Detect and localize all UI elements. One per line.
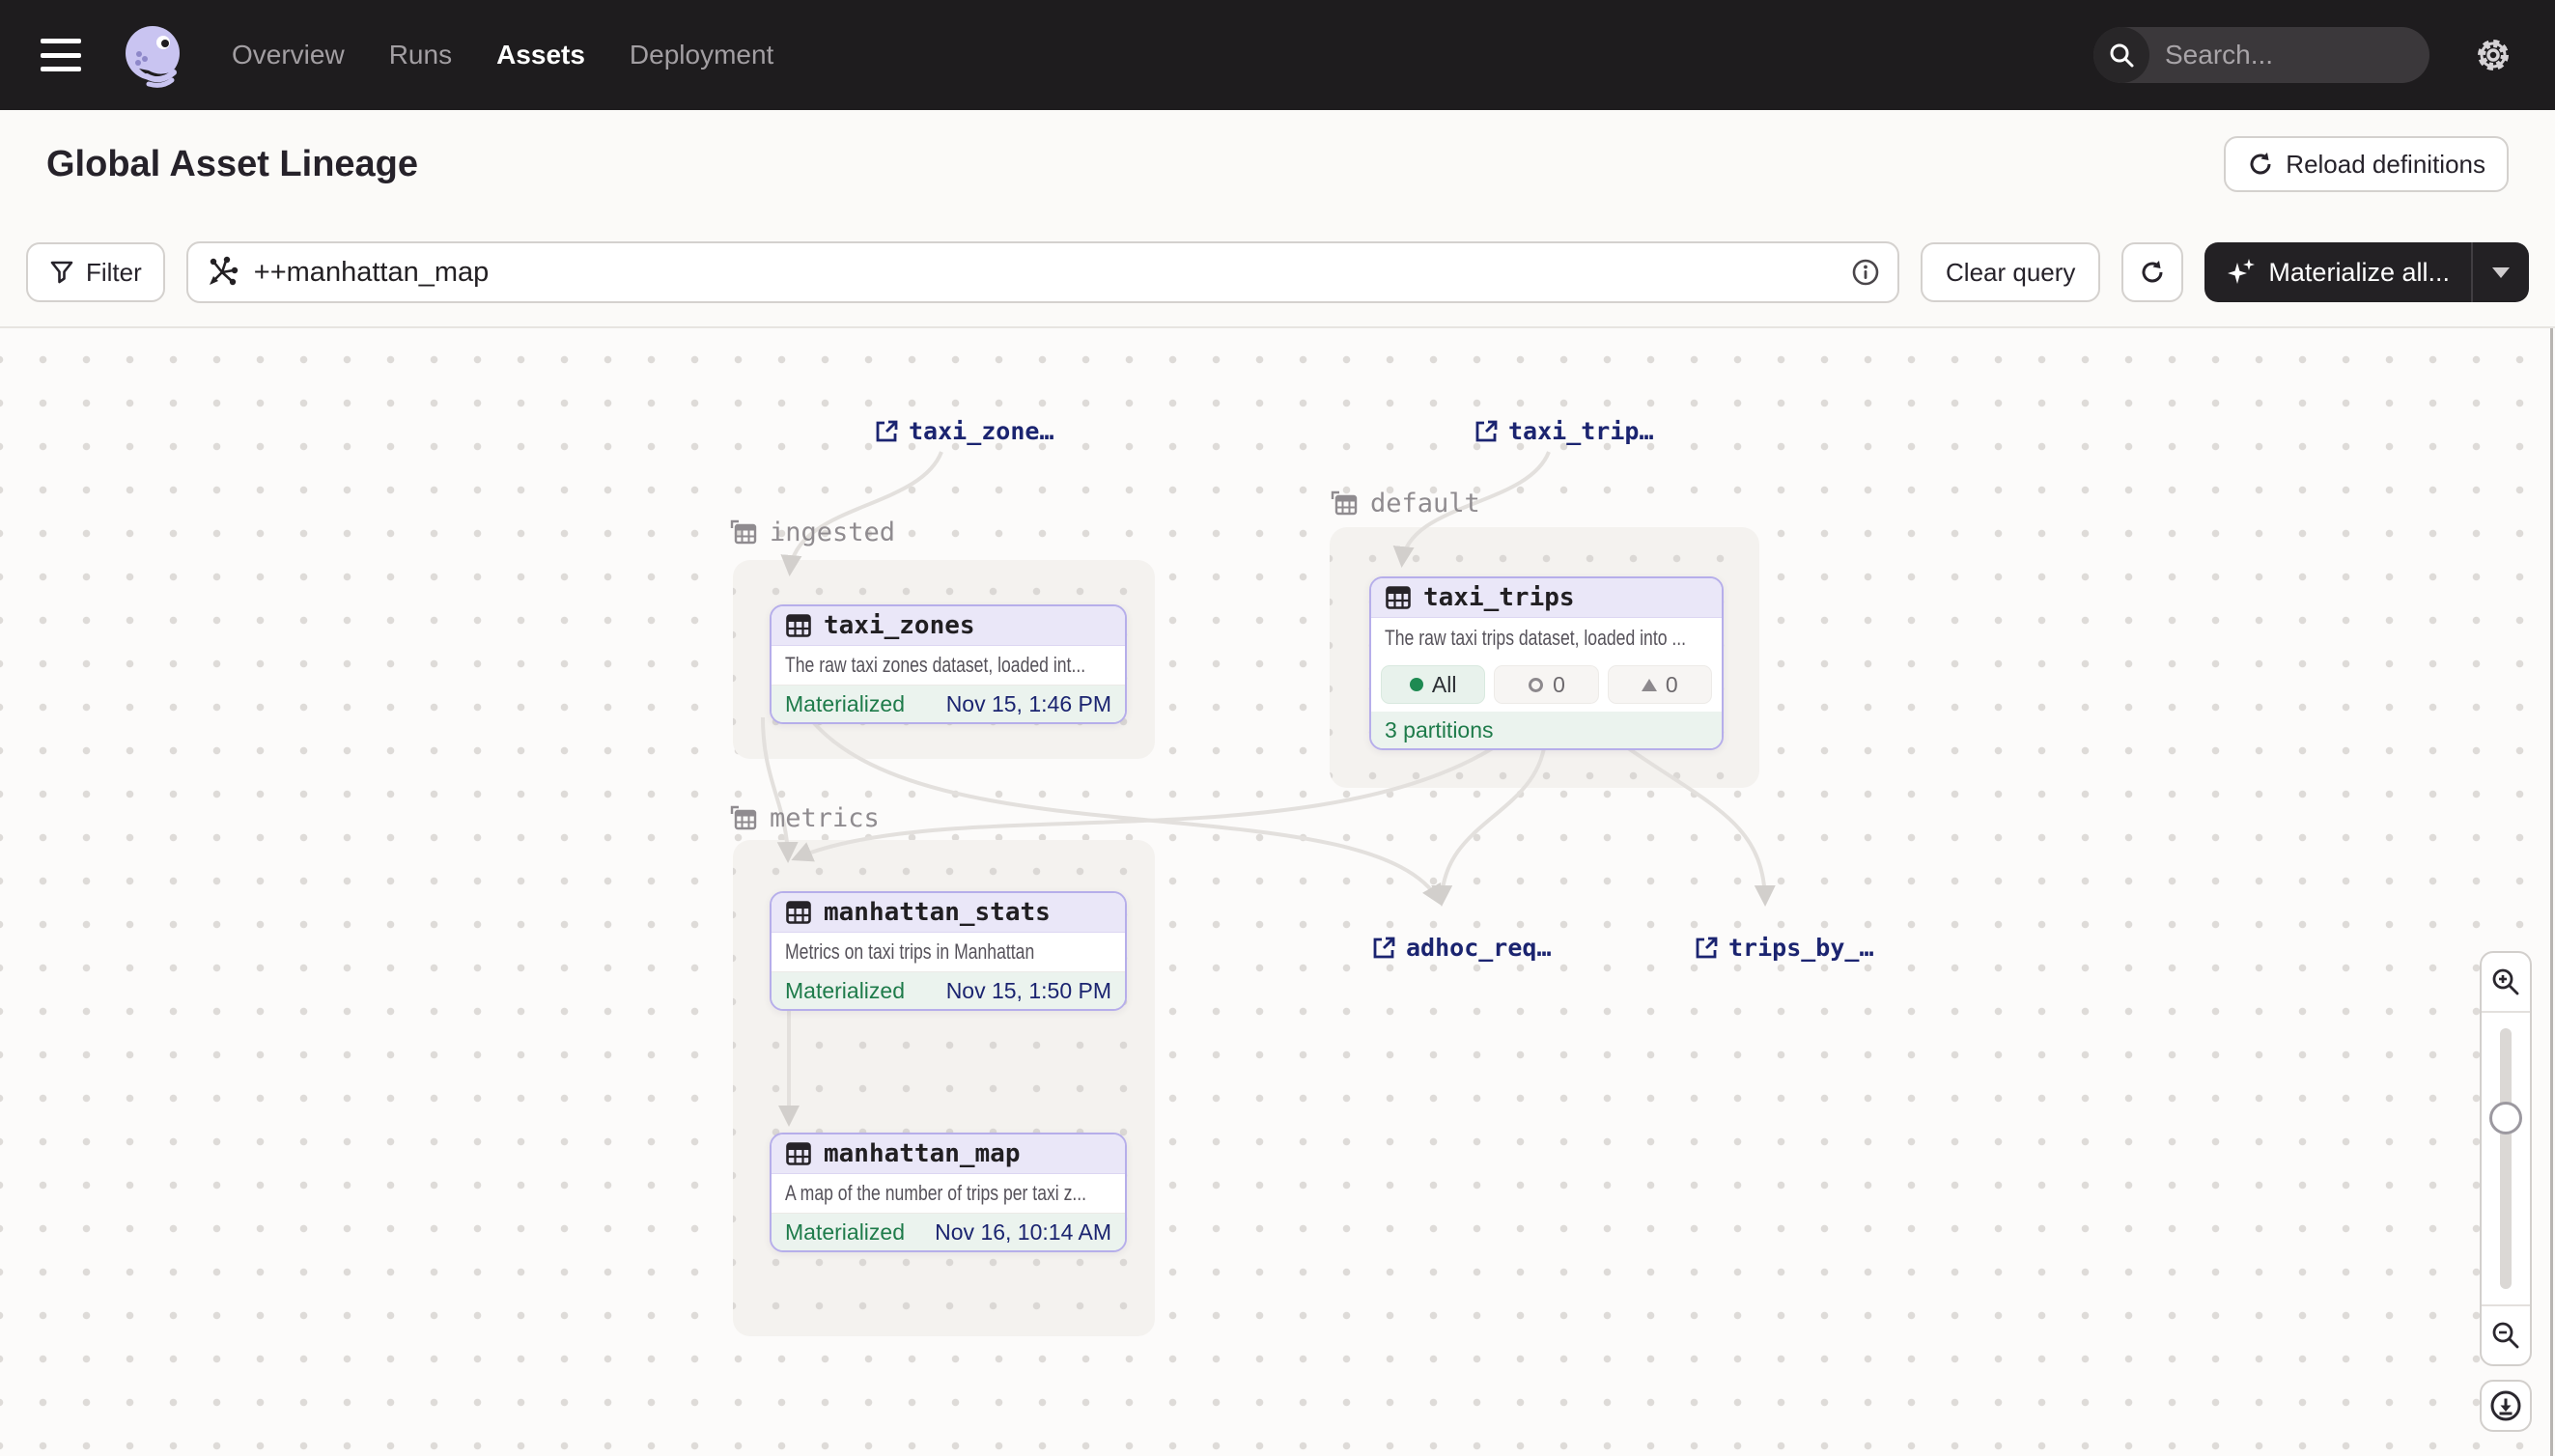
menu-icon[interactable]: [41, 39, 81, 71]
asset-title: manhattan_stats: [824, 898, 1051, 927]
external-link-icon: [874, 419, 899, 444]
group-label-metrics[interactable]: metrics: [729, 803, 880, 833]
success-dot-icon: [1410, 678, 1423, 691]
materialization-timestamp[interactable]: Nov 15, 1:46 PM: [946, 691, 1111, 717]
external-asset-trips-by[interactable]: trips_by_…: [1694, 934, 1874, 962]
zoom-slider-track[interactable]: [2500, 1028, 2512, 1289]
lineage-toolbar: Filter Clear query: [0, 218, 2555, 328]
filter-funnel-icon: [49, 260, 74, 285]
refresh-icon: [2139, 259, 2166, 286]
asset-node-manhattan-stats[interactable]: manhattan_stats Metrics on taxi trips in…: [770, 891, 1127, 1011]
partition-health-row: All 0 0: [1371, 658, 1722, 712]
group-label-default[interactable]: default: [1330, 489, 1480, 518]
external-link-icon: [1371, 936, 1396, 961]
table-icon: [785, 1140, 812, 1167]
zoom-in-icon: [2490, 966, 2521, 997]
asset-description: A map of the number of trips per taxi z.…: [785, 1181, 1086, 1206]
external-asset-taxi-trip[interactable]: taxi_trip…: [1474, 417, 1654, 445]
op-selector-icon: [206, 256, 239, 289]
partitions-all-pill[interactable]: All: [1381, 665, 1485, 704]
viewport-scrollbar-edge: [2550, 328, 2553, 1456]
nav-tab-assets[interactable]: Assets: [496, 40, 585, 70]
zoom-in-button[interactable]: [2482, 953, 2530, 1011]
page-header: Global Asset Lineage Reload definitions: [0, 110, 2555, 218]
group-tables-icon: [729, 518, 758, 547]
group-label-ingested[interactable]: ingested: [729, 518, 895, 547]
nav-tab-runs[interactable]: Runs: [389, 40, 452, 70]
filter-button[interactable]: Filter: [26, 242, 165, 302]
external-link-icon: [1474, 419, 1499, 444]
table-icon: [785, 899, 812, 926]
dagster-logo-icon[interactable]: [120, 22, 185, 88]
status-badge: Materialized: [785, 1219, 905, 1246]
asset-node-manhattan-map[interactable]: manhattan_map A map of the number of tri…: [770, 1133, 1127, 1252]
page-title: Global Asset Lineage: [46, 144, 418, 185]
top-nav: Overview Runs Assets Deployment /: [0, 0, 2555, 110]
asset-title: manhattan_map: [824, 1139, 1021, 1168]
lineage-canvas[interactable]: ingested default metrics taxi_z: [0, 328, 2555, 1456]
global-search[interactable]: /: [2093, 27, 2429, 83]
zoom-out-icon: [2490, 1320, 2521, 1351]
materialize-all-split-button: Materialize all...: [2204, 242, 2529, 302]
reload-icon: [2247, 151, 2274, 178]
lineage-edges: [0, 328, 2555, 1456]
sparkle-icon: [2226, 257, 2257, 288]
asset-description: The raw taxi trips dataset, loaded into …: [1385, 626, 1686, 651]
materialization-timestamp[interactable]: Nov 15, 1:50 PM: [946, 978, 1111, 1004]
asset-description: Metrics on taxi trips in Manhattan: [785, 939, 1034, 965]
refresh-query-button[interactable]: [2121, 242, 2183, 302]
asset-node-taxi-trips[interactable]: taxi_trips The raw taxi trips dataset, l…: [1369, 576, 1724, 750]
main-nav-tabs: Overview Runs Assets Deployment: [232, 40, 773, 70]
ring-icon: [1528, 677, 1544, 693]
group-tables-icon: [1330, 490, 1359, 518]
nav-tab-overview[interactable]: Overview: [232, 40, 345, 70]
materialization-timestamp[interactable]: Nov 16, 10:14 AM: [935, 1219, 1111, 1246]
export-image-button[interactable]: [2480, 1380, 2532, 1432]
zoom-slider-thumb[interactable]: [2489, 1102, 2522, 1134]
asset-title: taxi_trips: [1423, 583, 1575, 612]
partitions-failed-pill[interactable]: 0: [1608, 665, 1712, 704]
edge: [790, 452, 941, 572]
asset-description: The raw taxi zones dataset, loaded int..…: [785, 653, 1085, 678]
warning-triangle-icon: [1642, 679, 1657, 691]
asset-title: taxi_zones: [824, 611, 975, 640]
external-asset-adhoc-req[interactable]: adhoc_req…: [1371, 934, 1552, 962]
status-badge: Materialized: [785, 691, 905, 717]
external-asset-taxi-zone[interactable]: taxi_zone…: [874, 417, 1054, 445]
external-link-icon: [1694, 936, 1719, 961]
clear-query-button[interactable]: Clear query: [1921, 242, 2100, 302]
chevron-down-icon: [2492, 267, 2510, 278]
group-tables-icon: [729, 804, 758, 833]
search-icon: [2093, 27, 2149, 83]
asset-node-taxi-zones[interactable]: taxi_zones The raw taxi zones dataset, l…: [770, 604, 1127, 724]
zoom-slider-track-area: [2482, 1011, 2530, 1306]
nav-tab-deployment[interactable]: Deployment: [630, 40, 773, 70]
partitions-missing-pill[interactable]: 0: [1494, 665, 1598, 704]
asset-selection-input[interactable]: [254, 257, 1836, 289]
settings-gear-icon[interactable]: [2472, 34, 2514, 76]
partitions-count[interactable]: 3 partitions: [1385, 717, 1494, 743]
download-icon: [2487, 1387, 2524, 1424]
reload-definitions-button[interactable]: Reload definitions: [2224, 136, 2509, 192]
table-icon: [1385, 584, 1412, 611]
table-icon: [785, 612, 812, 639]
zoom-controls: [2480, 951, 2532, 1366]
search-input[interactable]: [2149, 40, 2429, 70]
status-badge: Materialized: [785, 978, 905, 1004]
materialize-all-button[interactable]: Materialize all...: [2204, 242, 2471, 302]
query-info-icon[interactable]: [1851, 258, 1880, 287]
materialize-dropdown-button[interactable]: [2473, 242, 2529, 302]
asset-selection-input-wrap: [186, 241, 1899, 303]
zoom-out-button[interactable]: [2482, 1306, 2530, 1364]
